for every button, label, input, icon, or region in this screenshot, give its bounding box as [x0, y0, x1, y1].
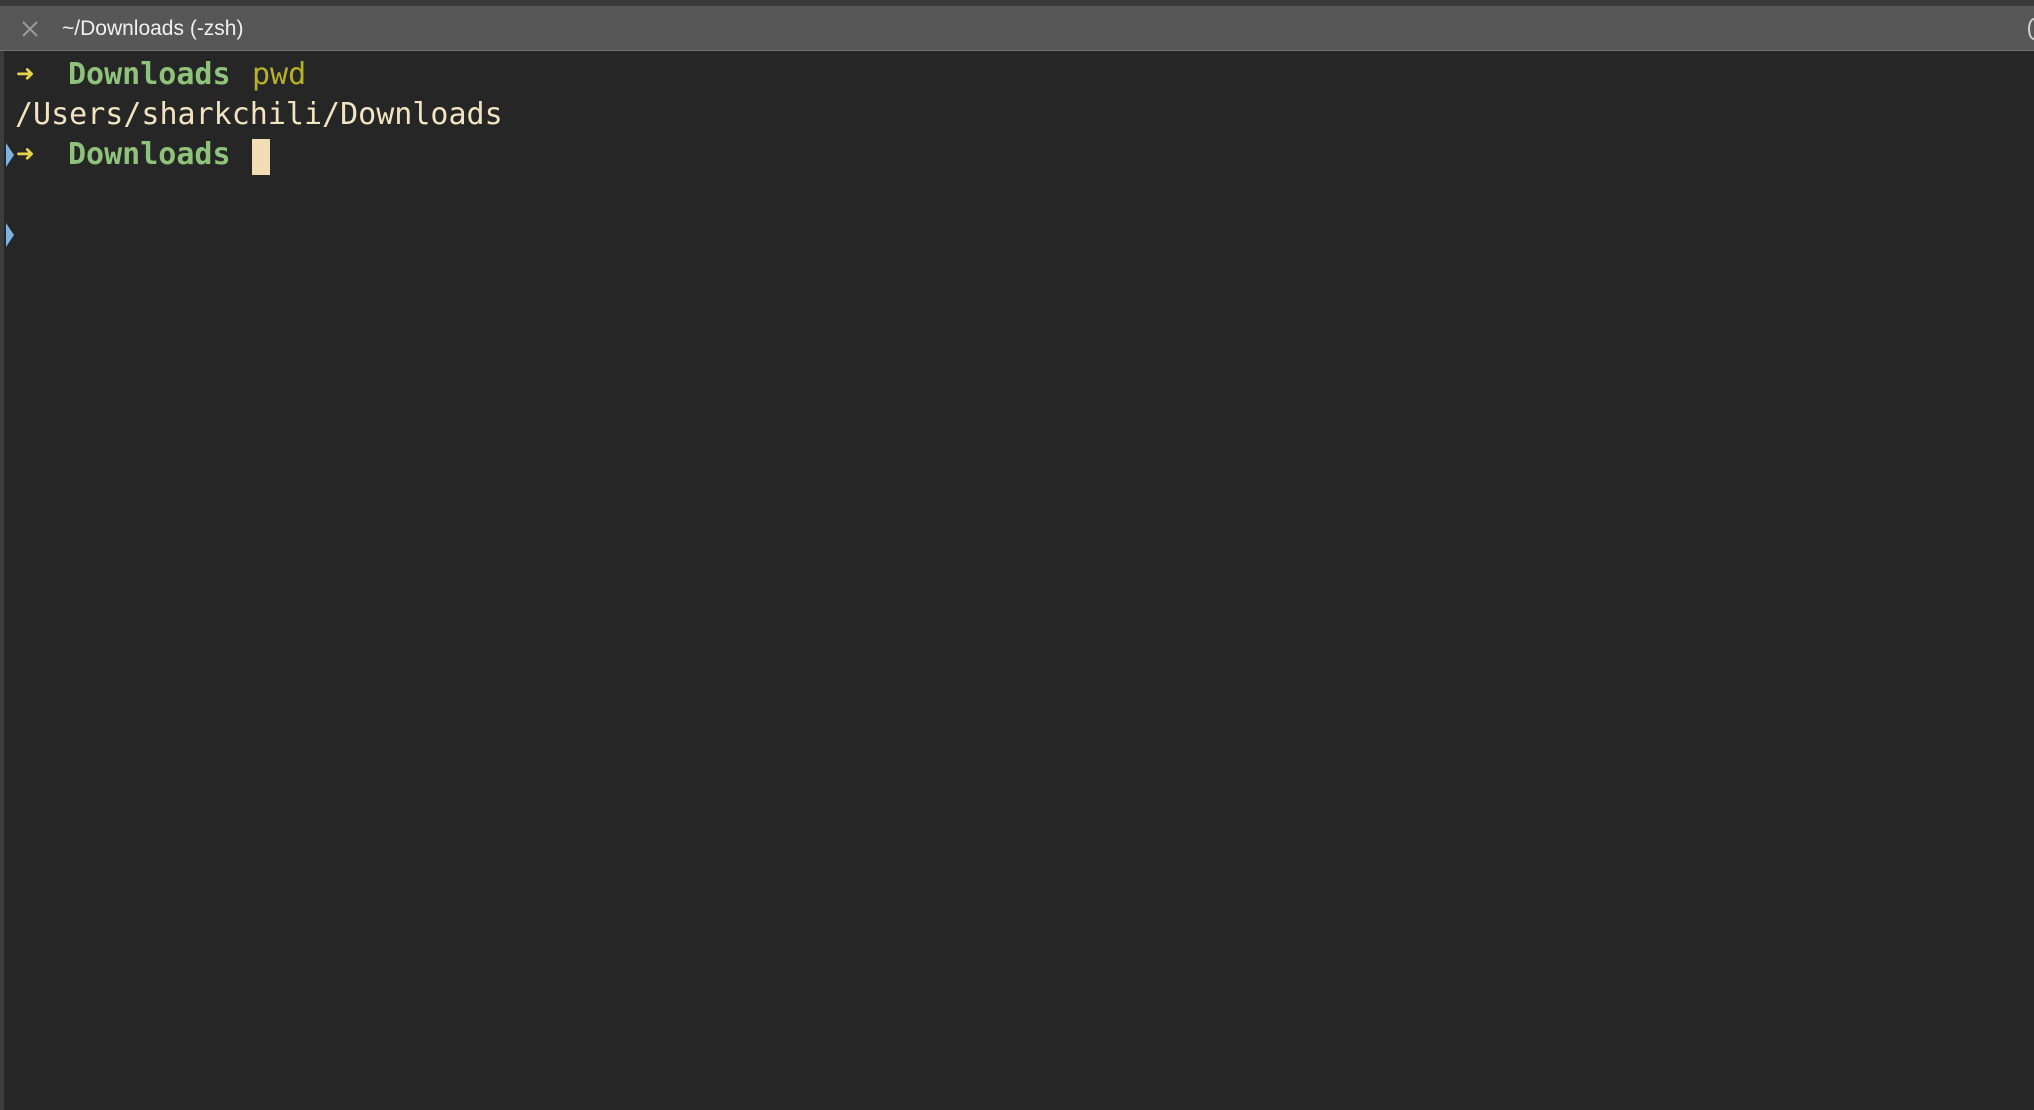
terminal-window: ~/Downloads (-zsh) ➜ Downloads pwd /User… — [0, 0, 2034, 1110]
tab-edge-indicator — [2028, 18, 2034, 40]
text-cursor — [252, 139, 270, 175]
tab-title[interactable]: ~/Downloads (-zsh) — [62, 16, 243, 42]
prompt-mark-icon — [6, 143, 14, 247]
prompt-line: ➜ Downloads pwd — [4, 55, 306, 167]
prompt-cwd: Downloads — [68, 57, 231, 92]
tab-bar: ~/Downloads (-zsh) — [0, 6, 2034, 51]
terminal-output-area[interactable]: ➜ Downloads pwd /Users/sharkchili/Downlo… — [0, 51, 2034, 1110]
command-text: pwd — [252, 57, 307, 92]
prompt-mark-icon — [6, 63, 14, 167]
prompt-arrow: ➜ — [16, 137, 35, 172]
prompt-arrow: ➜ — [16, 57, 35, 92]
close-icon[interactable] — [18, 17, 42, 41]
command-output: /Users/sharkchili/Downloads — [15, 97, 503, 132]
prompt-cwd: Downloads — [68, 137, 231, 172]
prompt-line: ➜ Downloads — [4, 135, 270, 247]
